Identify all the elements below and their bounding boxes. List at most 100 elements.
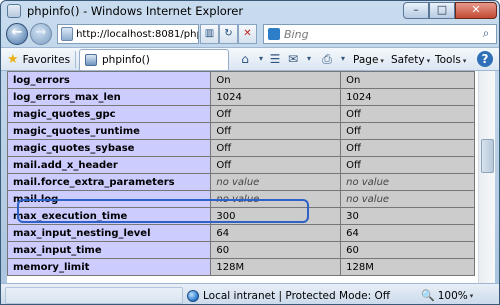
- zone-text: Local intranet | Protected Mode: Off: [203, 289, 391, 302]
- directive-cell: magic_quotes_gpc: [8, 106, 211, 122]
- bing-icon: [268, 28, 280, 40]
- table-row: log_errors_max_len 1024 1024: [8, 89, 474, 105]
- directive-cell: max_input_nesting_level: [8, 225, 211, 241]
- directive-cell: magic_quotes_runtime: [8, 123, 211, 139]
- local-value-cell: no value: [211, 174, 341, 190]
- security-zone[interactable]: Local intranet | Protected Mode: Off: [187, 287, 390, 304]
- tab-label: phpinfo(): [102, 54, 150, 66]
- favorites-button[interactable]: ★ Favorites: [7, 51, 70, 68]
- local-value-cell: 1024: [211, 89, 341, 105]
- directive-cell: mail.force_extra_parameters: [8, 174, 211, 190]
- address-input[interactable]: http://localhost:8081/phpinfo: [76, 29, 198, 40]
- local-value-cell: On: [211, 72, 341, 88]
- directive-cell: memory_limit: [8, 259, 211, 275]
- master-value-cell: Off: [341, 123, 474, 139]
- table-row: log_errors On On: [8, 72, 474, 88]
- table-row: max_input_nesting_level 64 64: [8, 225, 474, 241]
- directive-cell: mail.log: [8, 191, 211, 207]
- master-value-cell: no value: [341, 174, 474, 190]
- window-controls: – □ ✕: [403, 2, 497, 20]
- maximize-button[interactable]: □: [429, 2, 455, 19]
- search-box[interactable]: Bing ⌕: [263, 24, 497, 44]
- table-row: mail.force_extra_parameters no value no va…: [8, 174, 474, 190]
- master-value-cell: Off: [341, 157, 474, 173]
- compatibility-view-icon[interactable]: ▥: [200, 24, 219, 44]
- scrollbar-thumb[interactable]: [481, 139, 494, 173]
- mail-icon[interactable]: ✉: [285, 51, 301, 67]
- page-menu[interactable]: Page ▾: [353, 51, 384, 69]
- master-value-cell: On: [341, 72, 474, 88]
- zoom-icon: 🔍: [421, 289, 435, 302]
- print-dropdown-icon[interactable]: ▾: [335, 51, 351, 67]
- chevron-down-icon: ▾: [380, 57, 384, 65]
- directive-cell: max_input_time: [8, 242, 211, 258]
- home-icon[interactable]: ⌂: [237, 51, 253, 67]
- master-value-cell: 30: [341, 208, 474, 224]
- page-icon: [61, 27, 74, 41]
- table-row: magic_quotes_sybase Off Off: [8, 140, 474, 156]
- close-button[interactable]: ✕: [455, 2, 497, 19]
- browser-window: phpinfo() - Windows Internet Explorer – …: [0, 0, 500, 305]
- table-row: magic_quotes_gpc Off Off: [8, 106, 474, 122]
- status-segment: [5, 287, 183, 304]
- tab-phpinfo[interactable]: phpinfo(): [79, 49, 229, 70]
- chevron-down-icon: ▾: [469, 291, 474, 300]
- phpinfo-table-body: log_errors On On log_errors_max_len 1024 1024…: [8, 72, 474, 275]
- window-title: phpinfo() - Windows Internet Explorer: [27, 4, 244, 18]
- feeds-icon[interactable]: ☰: [267, 51, 283, 67]
- favorites-star-icon: ★: [7, 52, 19, 67]
- globe-icon: [187, 289, 199, 302]
- local-value-cell: Off: [211, 106, 341, 122]
- directive-cell: log_errors_max_len: [8, 89, 211, 105]
- minimize-button[interactable]: –: [403, 2, 429, 19]
- local-value-cell: Off: [211, 140, 341, 156]
- forward-button[interactable]: [30, 23, 52, 45]
- zoom-level: 100%: [437, 289, 468, 302]
- chevron-down-icon: ▾: [426, 57, 431, 65]
- safety-menu[interactable]: Safety ▾: [391, 51, 430, 69]
- table-row: max_input_time 60 60: [8, 242, 474, 258]
- master-value-cell: 1024: [341, 89, 474, 105]
- local-value-cell: 64: [211, 225, 341, 241]
- chevron-down-icon: ▾: [462, 57, 467, 65]
- local-value-cell: 60: [211, 242, 341, 258]
- tab-page-icon: [85, 54, 97, 66]
- divider: [75, 51, 76, 68]
- master-value-cell: 128M: [341, 259, 474, 275]
- address-actions: ▥ ↻ ✕: [200, 24, 257, 44]
- zoom-control[interactable]: 🔍 100% ▾: [421, 287, 473, 304]
- local-value-cell: 128M: [211, 259, 341, 275]
- favorites-bar: ★ Favorites phpinfo() ⌂ ▾ ☰ ✉ ▾ ⎙ ▾ Page…: [1, 47, 499, 71]
- table-row: memory_limit 128M 128M: [8, 259, 474, 275]
- ie-page-icon: [7, 4, 21, 18]
- refresh-icon[interactable]: ↻: [219, 24, 238, 44]
- local-value-cell: Off: [211, 157, 341, 173]
- master-value-cell: 60: [341, 242, 474, 258]
- local-value-cell: 300: [211, 208, 341, 224]
- directive-cell: log_errors: [8, 72, 211, 88]
- stop-icon[interactable]: ✕: [238, 24, 257, 44]
- safety-menu-label: Safety: [391, 54, 425, 66]
- directive-cell: mail.add_x_header: [8, 157, 211, 173]
- back-button[interactable]: [6, 23, 28, 45]
- vertical-scrollbar[interactable]: [478, 71, 495, 283]
- address-bar[interactable]: http://localhost:8081/phpinfo: [57, 24, 199, 44]
- status-bar: Local intranet | Protected Mode: Off 🔍 1…: [1, 283, 499, 304]
- print-icon[interactable]: ⎙: [319, 51, 335, 67]
- favorites-label: Favorites: [22, 53, 71, 66]
- title-bar: phpinfo() - Windows Internet Explorer – …: [1, 1, 499, 21]
- directive-cell: magic_quotes_sybase: [8, 140, 211, 156]
- navigation-bar: http://localhost:8081/phpinfo ▥ ↻ ✕ Bing…: [1, 21, 499, 47]
- tools-menu[interactable]: Tools ▾: [435, 51, 466, 69]
- page-menu-label: Page: [353, 54, 379, 66]
- mail-dropdown-icon[interactable]: ▾: [301, 51, 317, 67]
- table-row: max_execution_time 300 30: [8, 208, 474, 224]
- master-value-cell: no value: [341, 191, 474, 207]
- help-icon[interactable]: ?: [477, 51, 493, 67]
- directive-cell: max_execution_time: [8, 208, 211, 224]
- search-icon[interactable]: ⌕: [476, 25, 496, 43]
- table-row: mail.add_x_header Off Off: [8, 157, 474, 173]
- table-row: magic_quotes_runtime Off Off: [8, 123, 474, 139]
- search-input[interactable]: Bing: [284, 28, 476, 41]
- local-value-cell: Off: [211, 123, 341, 139]
